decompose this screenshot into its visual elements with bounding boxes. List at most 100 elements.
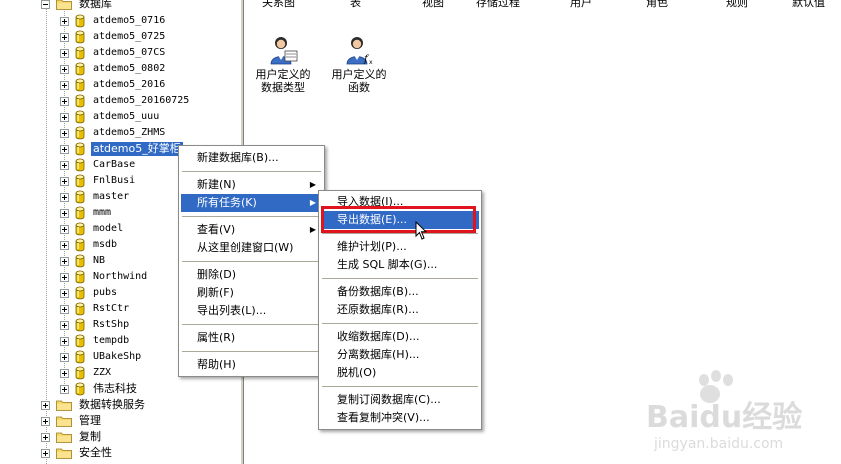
menu-item[interactable]: 还原数据库(R)... — [321, 301, 479, 319]
expand-toggle-icon[interactable] — [60, 368, 69, 378]
expand-toggle-icon[interactable] — [60, 96, 69, 106]
menu-item[interactable]: 帮助(H) — [181, 356, 322, 374]
tree-node-database[interactable]: Northwind — [60, 269, 149, 285]
menu-item[interactable]: 所有任务(K) ▶ — [181, 194, 322, 212]
expand-toggle-icon[interactable] — [60, 80, 69, 90]
menu-item[interactable]: 查看复制冲突(V)... — [321, 409, 479, 427]
tree-node-label: pubs — [93, 287, 118, 298]
expand-toggle-icon[interactable] — [60, 48, 69, 58]
expand-toggle-icon[interactable] — [60, 176, 69, 186]
menu-item[interactable]: 导出列表(L)... — [181, 302, 322, 320]
tree-node-database[interactable]: model — [60, 221, 125, 237]
tree-node-database[interactable]: pubs — [60, 285, 119, 301]
expand-toggle-icon[interactable] — [60, 64, 69, 74]
expand-toggle-icon[interactable] — [60, 256, 69, 266]
tree-node-database[interactable]: atdemo5_20160725 — [60, 93, 191, 109]
tree-node-database[interactable]: RstShp — [60, 317, 131, 333]
tree-node-folder[interactable]: 复制 — [41, 429, 103, 445]
object-type-label[interactable]: 用户 — [570, 0, 592, 10]
expand-toggle-icon[interactable] — [60, 336, 69, 346]
tree-node-folder[interactable]: 数据转换服务 — [41, 397, 147, 413]
tree-node-database[interactable]: mmm — [60, 205, 113, 221]
tree-node-database[interactable]: atdemo5_好掌柜 — [60, 141, 183, 157]
menu-item-label: 维护计划(P)... — [337, 240, 407, 253]
menu-item-label: 分离数据库(H)... — [337, 348, 420, 361]
tree-node-database[interactable]: FnlBusi — [60, 173, 137, 189]
tree-node-database[interactable]: ZZX — [60, 365, 113, 381]
expand-toggle-icon[interactable] — [60, 224, 69, 234]
tree-node-databases[interactable]: 数据库 — [41, 0, 114, 12]
tree-node-database[interactable]: atdemo5_ZHMS — [60, 125, 167, 141]
database-icon — [75, 222, 85, 236]
menu-item[interactable]: 复制订阅数据库(C)... — [321, 391, 479, 409]
tree-node-database[interactable]: tempdb — [60, 333, 131, 349]
expand-toggle-icon[interactable] — [60, 192, 69, 202]
tree-node-database[interactable]: master — [60, 189, 131, 205]
object-type-label[interactable]: 关系图 — [262, 0, 295, 10]
expand-toggle-icon[interactable] — [41, 400, 50, 410]
expand-toggle-icon[interactable] — [60, 16, 69, 26]
object-type-label[interactable]: 规则 — [726, 0, 748, 10]
tree-node-database[interactable]: atdemo5_0725 — [60, 29, 167, 45]
tree-node-database[interactable]: atdemo5_07CS — [60, 45, 167, 61]
expand-toggle-icon[interactable] — [41, 432, 50, 442]
expand-toggle-icon[interactable] — [60, 352, 69, 362]
object-icon-item[interactable]: 用户定义的 数据类型 — [250, 34, 316, 94]
object-type-label[interactable]: 表 — [350, 0, 361, 10]
tree-node-database[interactable]: RstCtr — [60, 301, 131, 317]
tree-node-database[interactable]: atdemo5_2016 — [60, 77, 167, 93]
database-icon — [75, 382, 85, 396]
tree-node-folder[interactable]: 管理 — [41, 413, 103, 429]
tree-node-database[interactable]: msdb — [60, 237, 119, 253]
collapse-toggle-icon[interactable] — [41, 0, 50, 9]
tree-node-database[interactable]: NB — [60, 253, 107, 269]
tree-node-database[interactable]: UBakeShp — [60, 349, 143, 365]
menu-item[interactable]: 分离数据库(H)... — [321, 346, 479, 364]
menu-item[interactable]: 生成 SQL 脚本(G)... — [321, 256, 479, 274]
tree-node-database[interactable]: CarBase — [60, 157, 137, 173]
expand-toggle-icon[interactable] — [41, 448, 50, 458]
menu-item-label: 查看复制冲突(V)... — [337, 411, 430, 424]
udf-icon: fx — [343, 34, 375, 66]
menu-separator — [182, 171, 321, 172]
menu-item[interactable]: 属性(R) — [181, 329, 322, 347]
menu-item[interactable]: 脱机(O) — [321, 364, 479, 382]
expand-toggle-icon[interactable] — [60, 128, 69, 138]
menu-item[interactable]: 删除(D) — [181, 266, 322, 284]
expand-toggle-icon[interactable] — [60, 112, 69, 122]
menu-item[interactable]: 收缩数据库(D)... — [321, 328, 479, 346]
expand-toggle-icon[interactable] — [60, 304, 69, 314]
expand-toggle-icon[interactable] — [41, 416, 50, 426]
expand-toggle-icon[interactable] — [60, 320, 69, 330]
menu-separator — [182, 351, 321, 352]
object-type-label[interactable]: 角色 — [646, 0, 668, 10]
tree-node-database[interactable]: 伟志科技 — [60, 381, 139, 397]
expand-toggle-icon[interactable] — [60, 240, 69, 250]
tree-node-label: 管理 — [79, 414, 101, 427]
object-type-label[interactable]: 存储过程 — [476, 0, 520, 10]
tree-node-label: atdemo5_0716 — [93, 15, 166, 26]
menu-item[interactable]: 维护计划(P)... — [321, 238, 479, 256]
expand-toggle-icon[interactable] — [60, 144, 69, 154]
expand-toggle-icon[interactable] — [60, 208, 69, 218]
menu-item[interactable]: 从这里创建窗口(W) — [181, 239, 322, 257]
object-type-label[interactable]: 默认值 — [792, 0, 825, 10]
menu-item[interactable]: 备份数据库(B)... — [321, 283, 479, 301]
tree-node-database[interactable]: atdemo5_0716 — [60, 13, 167, 29]
expand-toggle-icon[interactable] — [60, 384, 69, 394]
expand-toggle-icon[interactable] — [60, 160, 69, 170]
expand-toggle-icon[interactable] — [60, 288, 69, 298]
tree-node-label: CarBase — [93, 159, 136, 170]
object-type-label[interactable]: 视图 — [422, 0, 444, 10]
menu-item[interactable]: 新建(N) ▶ — [181, 176, 322, 194]
tree-node-database[interactable]: atdemo5_0802 — [60, 61, 167, 77]
tree-node-database[interactable]: atdemo5_uuu — [60, 109, 161, 125]
tree-node-folder[interactable]: 安全性 — [41, 445, 114, 461]
menu-item[interactable]: 新建数据库(B)... — [181, 149, 322, 167]
expand-toggle-icon[interactable] — [60, 32, 69, 42]
menu-item[interactable]: 刷新(F) — [181, 284, 322, 302]
menu-item[interactable]: 查看(V) ▶ — [181, 221, 322, 239]
object-icon-item[interactable]: f x 用户定义的 函数 — [326, 34, 392, 94]
expand-toggle-icon[interactable] — [60, 272, 69, 282]
menu-item-label: 所有任务(K) — [197, 196, 257, 209]
